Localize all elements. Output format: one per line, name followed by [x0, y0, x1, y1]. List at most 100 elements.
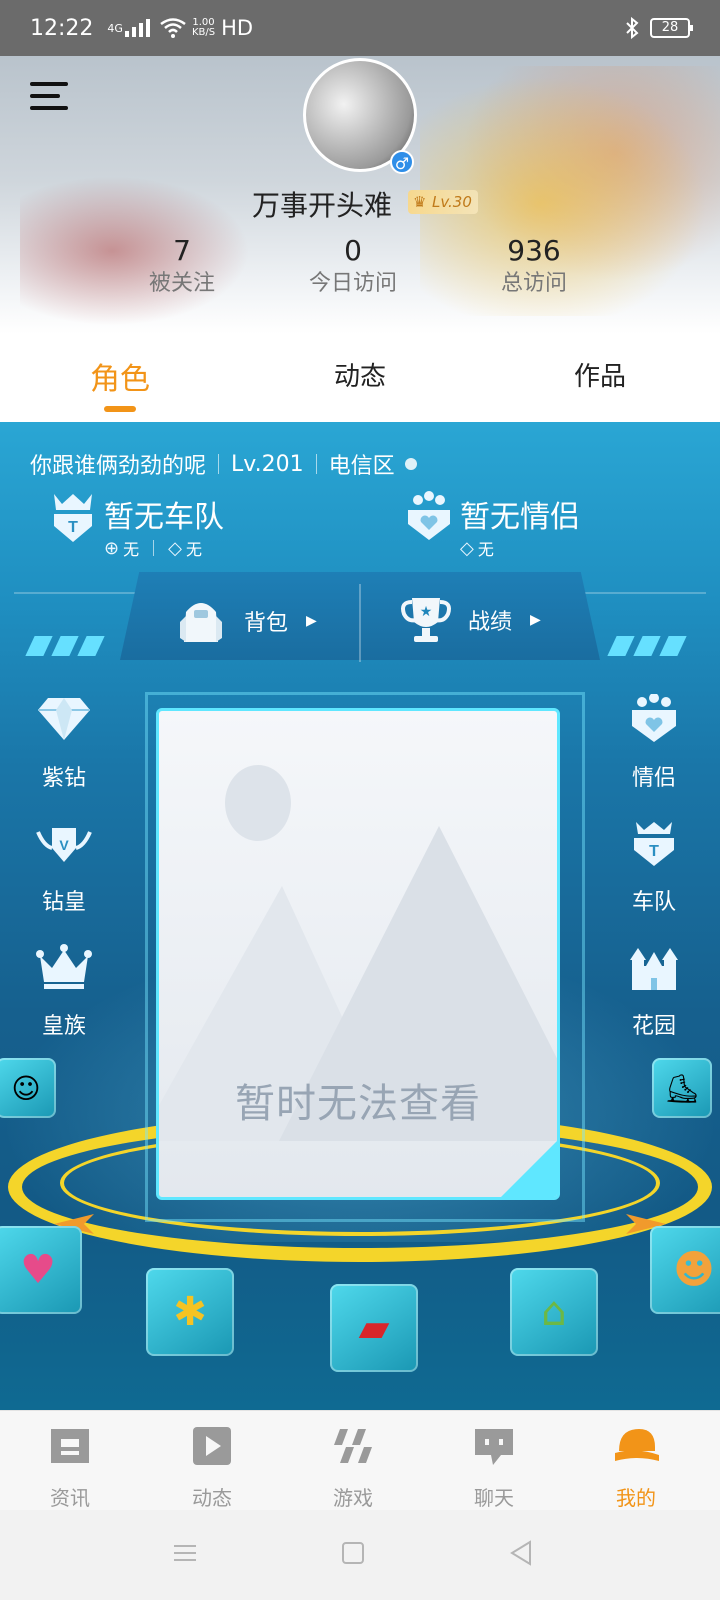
team-info[interactable]: T 暂无车队 ⊕ 无 ◇ 无 — [48, 490, 308, 570]
couple-info[interactable]: 暂无情侣 ◇ 无 — [404, 490, 664, 570]
nav-news[interactable]: 资讯 — [10, 1425, 130, 1511]
side-item-couple[interactable]: 情侣 — [604, 693, 704, 792]
item-slot-character[interactable]: ☻ — [650, 1226, 720, 1314]
stat-value: 7 — [173, 234, 191, 267]
card-corner-accent — [499, 1139, 557, 1197]
skates-item-icon: ⛸ — [664, 1071, 700, 1105]
chat-icon — [475, 1429, 513, 1465]
separator — [153, 540, 155, 556]
item-slot-skates[interactable]: ⛸ — [652, 1058, 712, 1118]
nav-label: 资讯 — [50, 1486, 90, 1510]
username: 万事开头难 — [252, 189, 393, 222]
item-slot-house[interactable]: ⌂ — [510, 1268, 598, 1356]
side-item-label: 皇族 — [41, 1014, 86, 1039]
side-item-label: 车队 — [631, 890, 676, 915]
trophy-icon: ★ — [401, 598, 451, 642]
separator — [315, 454, 317, 474]
side-item-royal[interactable]: 皇族 — [14, 942, 114, 1040]
team-stat-1: 无 — [123, 540, 140, 559]
side-item-label: 紫钻 — [41, 766, 86, 791]
side-item-team[interactable]: T 车队 — [604, 818, 704, 916]
nav-dynamics[interactable]: 动态 — [152, 1425, 272, 1511]
tab-works[interactable]: 作品 — [520, 356, 680, 393]
kart-item-icon: ▰ — [358, 1305, 390, 1351]
team-stat-2: 无 — [185, 540, 202, 559]
nav-me[interactable]: 我的 — [576, 1425, 696, 1511]
status-bar: 12:22 4G 1.00 KB/S HD 28 — [0, 0, 720, 56]
record-button[interactable]: ★ 战绩 ▶ — [398, 592, 541, 648]
couple-title: 暂无情侣 — [460, 500, 580, 535]
diamond-icon: ◇ — [460, 537, 474, 559]
nav-label: 游戏 — [333, 1486, 373, 1510]
bluetooth-icon — [626, 16, 639, 40]
role-name: 你跟谁俩劲劲的呢 — [30, 454, 207, 479]
team-crown-icon: T — [634, 822, 674, 866]
stat-label: 今日访问 — [308, 271, 397, 296]
level-badge: Lv.30 — [408, 190, 478, 214]
network-speed: 1.00 KB/S — [192, 18, 215, 38]
hearts-item-icon: ♥ — [20, 1247, 56, 1293]
side-item-label: 钻皇 — [41, 890, 86, 915]
svg-text:V: V — [59, 837, 69, 853]
stat-total-visits[interactable]: 936 总访问 — [464, 234, 604, 300]
item-slot-hearts[interactable]: ♥ — [0, 1226, 82, 1314]
item-slot-pineapple[interactable]: ✱ — [146, 1268, 234, 1356]
team-crown-icon: T — [54, 494, 92, 542]
side-item-label: 情侣 — [631, 766, 676, 791]
record-label: 战绩 — [468, 610, 513, 635]
steering-wheel-icon: ⊕ — [104, 537, 120, 559]
castle-icon — [630, 948, 678, 990]
side-item-purple-diamond[interactable]: 紫钻 — [14, 694, 114, 792]
profile-header: ♂ 万事开头难 Lv.30 7 被关注 0 今日访问 936 总访问 — [0, 56, 720, 334]
character-card[interactable]: 暂时无法查看 — [156, 708, 560, 1200]
nav-label: 动态 — [192, 1486, 232, 1510]
item-slot-kart[interactable]: ▰ — [330, 1284, 418, 1372]
arrow-right-icon: ▶ — [530, 612, 541, 628]
profile-tabs: 角色 动态 作品 — [0, 334, 720, 422]
bottom-navigation: 资讯 动态 游戏 聊天 我的 — [0, 1410, 720, 1510]
signal-icon — [124, 19, 150, 37]
side-item-diamond-king[interactable]: V 钻皇 — [14, 818, 114, 916]
stat-followers[interactable]: 7 被关注 — [112, 234, 252, 300]
system-navigation — [0, 1510, 720, 1600]
stat-today-visits[interactable]: 0 今日访问 — [283, 234, 423, 300]
side-item-garden[interactable]: 花园 — [604, 942, 704, 1040]
bag-button[interactable]: 背包 ▶ — [172, 592, 317, 650]
network-label: 4G — [107, 21, 123, 35]
item-slot-face[interactable]: ☺ — [0, 1058, 56, 1118]
separator — [218, 454, 220, 474]
svg-text:T: T — [649, 843, 659, 860]
role-info-line: 你跟谁俩劲劲的呢 Lv.201 电信区 — [30, 448, 417, 480]
couple-stats: ◇ 无 — [460, 536, 494, 560]
speed-unit: KB/S — [191, 27, 216, 38]
profile-stats: 7 被关注 0 今日访问 936 总访问 — [0, 234, 720, 314]
nav-chat[interactable]: 聊天 — [434, 1425, 554, 1511]
menu-icon[interactable] — [30, 80, 70, 112]
nav-label: 聊天 — [474, 1486, 514, 1510]
gender-male-icon: ♂ — [390, 150, 414, 174]
recent-apps-icon[interactable] — [170, 1538, 200, 1568]
decor-stripes-left — [25, 636, 105, 656]
card-message: 暂时无法查看 — [235, 1081, 481, 1127]
tab-role[interactable]: 角色 — [40, 354, 200, 398]
play-icon — [193, 1427, 231, 1465]
diamond-icon — [38, 698, 90, 740]
backpack-icon — [180, 603, 222, 642]
winged-badge-icon: V — [36, 828, 92, 862]
role-level: Lv.201 — [231, 451, 304, 477]
status-time: 12:22 — [30, 15, 94, 41]
game-icon — [334, 1429, 372, 1463]
back-icon[interactable] — [506, 1538, 536, 1568]
stat-label: 总访问 — [500, 271, 567, 296]
home-icon[interactable] — [338, 1538, 368, 1568]
action-bar-divider — [359, 584, 361, 662]
house-item-icon: ⌂ — [541, 1289, 567, 1335]
character-item-icon: ☻ — [673, 1247, 715, 1293]
tab-dynamics[interactable]: 动态 — [280, 356, 440, 393]
stat-label: 被关注 — [148, 271, 215, 296]
couple-stat-1: 无 — [477, 540, 494, 559]
couple-heart-icon — [408, 491, 450, 540]
crown-icon — [36, 944, 92, 989]
nav-games[interactable]: 游戏 — [293, 1425, 413, 1511]
team-stats: ⊕ 无 ◇ 无 — [104, 536, 202, 560]
